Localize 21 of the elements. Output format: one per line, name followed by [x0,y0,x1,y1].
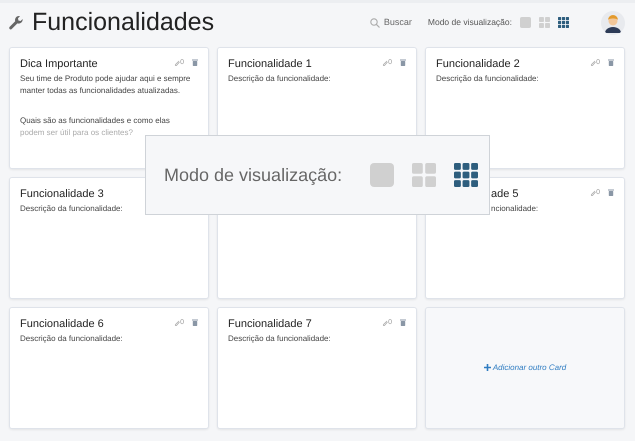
view-mode-label: Modo de visualização: [164,164,342,187]
card-description: Descrição da funcionalidade: [20,203,124,216]
card-description: Descrição da funcionalidade: [228,73,332,86]
card-description: Descrição da funcionalidade: [228,333,332,346]
card-description: Descrição da funcionalidade: [436,73,540,86]
tip-text: podem ser útil para os clientes? [20,127,134,140]
view-mode-label: Modo de visualização: [428,16,512,29]
card-title: Funcionalidade 1 [228,58,312,72]
search-link[interactable]: Buscar [370,16,412,30]
add-card-link[interactable]: Adicionar outro Card [484,362,566,374]
card-title: Dica Importante [20,58,98,72]
card-title: Funcionalidade 2 [436,58,520,72]
card-description: ncionalidade: [490,203,540,216]
card-description: Descrição da funcionalidade: [20,333,124,346]
card-title: Funcionalidade 6 [20,318,104,332]
tip-text: Quais são as funcionalidades e como elas [20,115,171,128]
page-title: Funcionalidades [32,10,214,35]
tip-text: Seu time de Produto pode ajudar aqui e sempre manter todas as funcionalidades atualizadas. [20,73,192,98]
card-title: Funcionalidade 3 [20,188,104,202]
card-title: Funcionalidade 7 [228,318,312,332]
card-title: ade 5 [490,188,519,202]
